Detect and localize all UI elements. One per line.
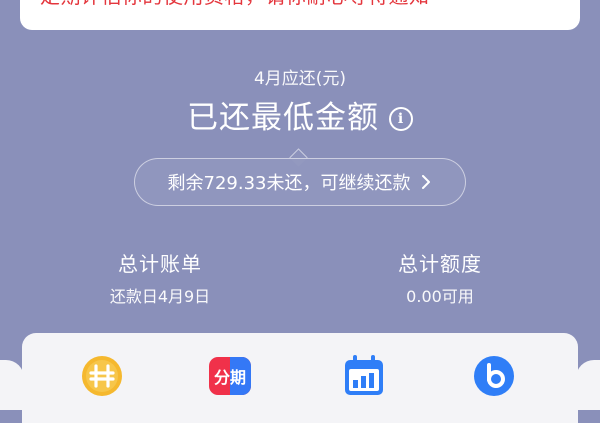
repayment-month-label: 4月应还(元) xyxy=(253,69,347,89)
notice-text: 定期评估你的使用资格，请你耐心等待通知 xyxy=(40,0,430,9)
coin-icon[interactable] xyxy=(80,354,124,398)
installment-icon-label: 分期 xyxy=(214,368,246,387)
total-bill-due-date: 还款日4月9日 xyxy=(109,287,211,306)
notice-card: 定期评估你的使用资格，请你耐心等待通知 xyxy=(20,0,580,30)
installment-icon[interactable]: 分期 xyxy=(208,354,252,398)
info-icon[interactable]: i xyxy=(389,107,413,131)
repayment-status: 已还最低金额 xyxy=(187,100,379,136)
repayment-status-row: 已还最低金额 i xyxy=(0,92,600,137)
total-bill-title: 总计账单 xyxy=(118,252,202,276)
b-logo-icon[interactable] xyxy=(472,354,516,398)
continue-repay-button[interactable]: 剩余729.33未还，可继续还款 xyxy=(134,158,466,206)
total-limit-title: 总计额度 xyxy=(398,252,482,276)
total-bill[interactable]: 总计账单 还款日4月9日 xyxy=(50,248,270,307)
continue-repay-text: 剩余729.33未还，可继续还款 xyxy=(167,173,411,194)
chevron-right-icon xyxy=(422,175,431,189)
left-panel-edge xyxy=(0,360,24,410)
right-panel-edge xyxy=(576,360,600,410)
total-limit[interactable]: 总计额度 0.00可用 xyxy=(330,248,550,307)
total-limit-available: 0.00可用 xyxy=(406,287,474,306)
calendar-icon[interactable] xyxy=(342,354,386,398)
